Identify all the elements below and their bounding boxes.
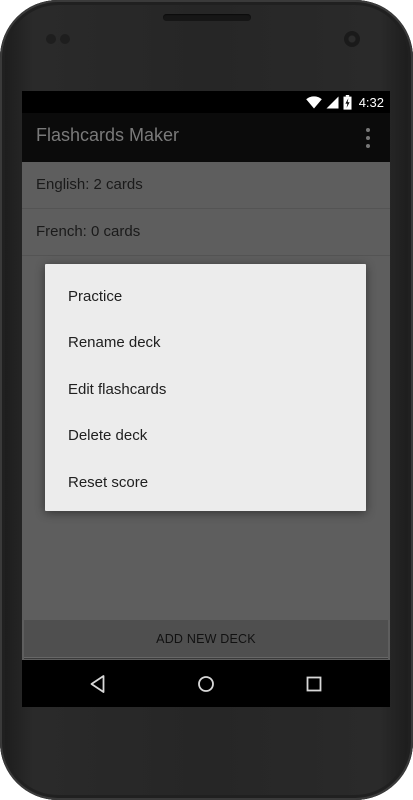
menu-item-delete-deck[interactable]: Delete deck [45, 412, 366, 458]
front-camera-icon [344, 31, 360, 47]
wifi-icon [305, 95, 322, 108]
phone-frame: 4:32 Flashcards Maker English: 2 cards F… [0, 0, 413, 800]
back-icon[interactable] [85, 671, 111, 697]
screen: 4:32 Flashcards Maker English: 2 cards F… [22, 91, 390, 707]
deck-context-menu: Practice Rename deck Edit flashcards Del… [45, 264, 366, 511]
status-bar: 4:32 [22, 91, 390, 113]
cell-signal-icon [326, 96, 339, 108]
earpiece-speaker [163, 14, 251, 21]
home-icon[interactable] [193, 671, 219, 697]
proximity-sensor [46, 34, 56, 44]
deck-list: English: 2 cards French: 0 cards [22, 162, 390, 256]
menu-item-practice[interactable]: Practice [45, 273, 366, 319]
menu-item-edit-flashcards[interactable]: Edit flashcards [45, 366, 366, 412]
action-bar: Flashcards Maker [22, 113, 390, 162]
deck-item-french[interactable]: French: 0 cards [22, 209, 390, 256]
add-new-deck-button[interactable]: ADD NEW DECK [24, 620, 388, 658]
light-sensor [60, 34, 70, 44]
menu-item-rename-deck[interactable]: Rename deck [45, 319, 366, 365]
navigation-bar [22, 660, 390, 707]
menu-item-reset-score[interactable]: Reset score [45, 459, 366, 505]
more-vert-icon[interactable] [356, 123, 380, 153]
status-clock: 4:32 [358, 94, 384, 110]
deck-item-english[interactable]: English: 2 cards [22, 162, 390, 209]
recents-icon[interactable] [301, 671, 327, 697]
app-title: Flashcards Maker [36, 125, 180, 145]
battery-charging-icon [343, 94, 352, 110]
